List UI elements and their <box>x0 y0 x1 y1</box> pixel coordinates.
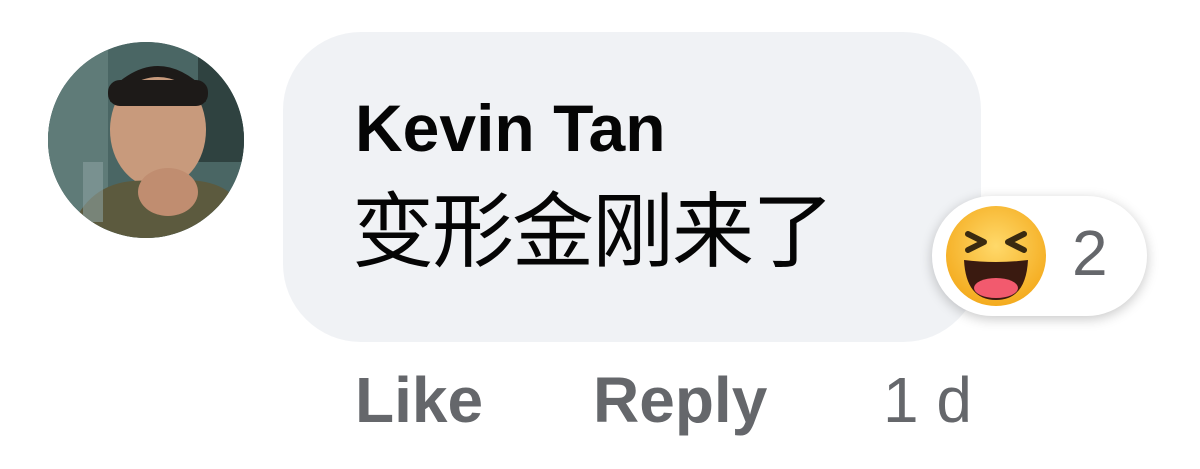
avatar[interactable] <box>48 42 244 238</box>
like-button[interactable]: Like <box>355 368 483 432</box>
comment-author[interactable]: Kevin Tan <box>355 95 666 161</box>
haha-emoji-icon <box>946 206 1046 306</box>
comment-text: 变形金刚来了 <box>352 185 834 280</box>
comment: Kevin Tan 变形金刚来了 2 Like Reply 1 d <box>0 0 1200 469</box>
reply-button[interactable]: Reply <box>593 368 767 432</box>
comment-actions: Like Reply 1 d <box>355 368 995 438</box>
reaction-summary[interactable]: 2 <box>932 196 1147 316</box>
comment-timestamp[interactable]: 1 d <box>883 368 972 432</box>
avatar-photo <box>48 42 244 238</box>
reaction-count: 2 <box>1072 217 1108 289</box>
